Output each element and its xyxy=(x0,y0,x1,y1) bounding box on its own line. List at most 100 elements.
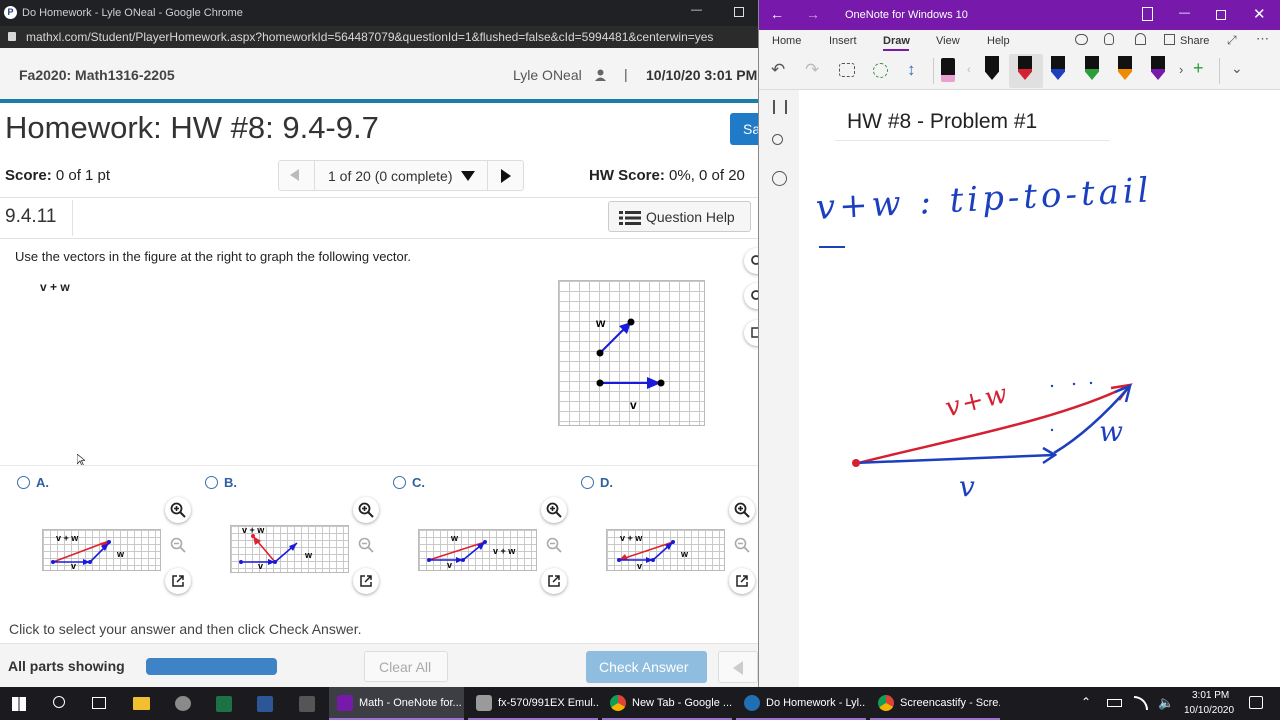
score-label: Score: xyxy=(5,167,52,184)
insert-space-icon[interactable]: ↕ xyxy=(907,60,916,80)
ink-canvas[interactable]: v+w : tip-to-tail v+w w v xyxy=(799,150,1280,687)
chevron-down-icon[interactable]: ⌄ xyxy=(1231,60,1243,77)
pen-blue-icon[interactable] xyxy=(1051,56,1065,80)
taskbar-time[interactable]: 3:01 PM xyxy=(1192,690,1229,701)
pen-orange-icon[interactable] xyxy=(1118,56,1132,80)
forward-arrow-icon[interactable]: → xyxy=(806,6,820,22)
minimize-icon[interactable]: — xyxy=(1179,7,1190,19)
scroll-right-icon[interactable]: › xyxy=(1179,62,1183,77)
sync-icon[interactable] xyxy=(1075,34,1088,45)
volume-icon[interactable]: 🔈 xyxy=(1158,695,1174,711)
question-help-button[interactable]: Question Help xyxy=(608,201,751,232)
lasso-icon[interactable] xyxy=(873,63,888,78)
vector-v-tail xyxy=(596,379,604,387)
prev-question-icon[interactable] xyxy=(290,169,299,181)
figure-zoom-in-button[interactable] xyxy=(744,248,758,274)
add-pen-icon[interactable]: + xyxy=(1193,58,1204,79)
excel-icon[interactable] xyxy=(216,696,232,712)
clear-all-button[interactable]: Clear All xyxy=(364,651,448,682)
word-icon[interactable] xyxy=(257,696,273,712)
all-parts-label: All parts showing xyxy=(8,658,125,674)
tab-insert[interactable]: Insert xyxy=(829,35,857,47)
pen-purple-icon[interactable] xyxy=(1151,56,1165,80)
lightbulb-icon[interactable] xyxy=(1104,33,1114,45)
taskbar-app-new-tab[interactable]: New Tab - Google ... xyxy=(602,687,732,720)
lasso-select-icon[interactable] xyxy=(839,63,855,77)
option-d-zoom-in-button[interactable] xyxy=(729,497,755,523)
search-icon[interactable] xyxy=(772,134,783,145)
save-button[interactable]: Sa xyxy=(730,113,758,145)
next-question-icon[interactable] xyxy=(501,169,511,183)
option-d-popout-button[interactable] xyxy=(729,568,755,594)
answer-option-d[interactable]: D. v + w w v xyxy=(564,470,758,600)
taskbar-date[interactable]: 10/10/2020 xyxy=(1184,705,1234,716)
network-icon[interactable] xyxy=(1134,696,1148,710)
check-answer-button[interactable]: Check Answer xyxy=(586,651,707,683)
footer-prev-button[interactable] xyxy=(718,651,758,683)
calculator-app-icon[interactable] xyxy=(299,696,315,712)
expand-icon[interactable]: ⤢ xyxy=(1227,33,1237,48)
recent-icon[interactable] xyxy=(772,171,787,186)
radio-option-b[interactable] xyxy=(205,476,218,489)
battery-icon[interactable] xyxy=(1107,699,1122,707)
file-explorer-icon[interactable] xyxy=(133,697,150,710)
windows-start-icon[interactable] xyxy=(12,697,26,711)
chrome-icon xyxy=(878,694,894,711)
snipping-tool-icon[interactable] xyxy=(175,696,191,711)
page-title[interactable]: HW #8 - Problem #1 xyxy=(847,110,1037,134)
radio-option-d[interactable] xyxy=(581,476,594,489)
notebooks-icon[interactable] xyxy=(773,100,787,114)
bell-icon[interactable] xyxy=(1135,33,1146,45)
figure-zoom-out-button[interactable] xyxy=(744,283,758,309)
answer-option-b[interactable]: B. v + w w v xyxy=(188,470,379,600)
figure-popout-button[interactable] xyxy=(744,320,758,346)
zoom-out-icon xyxy=(358,537,374,553)
taskbar-app-label: Do Homework - Lyl... xyxy=(766,696,866,709)
option-d-zoom-out-button[interactable] xyxy=(729,532,755,558)
answer-option-c[interactable]: C. w v + w v xyxy=(376,470,567,600)
tab-draw[interactable]: Draw xyxy=(883,35,910,47)
notifications-icon[interactable] xyxy=(1249,696,1263,709)
lock-icon xyxy=(8,32,16,41)
ribbon-divider xyxy=(1219,58,1220,84)
url-text[interactable]: mathxl.com/Student/PlayerHomework.aspx?h… xyxy=(26,30,713,44)
taskbar-app-screencastify[interactable]: Screencastify - Scre... xyxy=(870,687,1000,720)
share-button[interactable]: Share xyxy=(1180,35,1209,47)
back-arrow-icon[interactable]: ← xyxy=(770,6,784,22)
tab-view[interactable]: View xyxy=(936,35,960,47)
eraser-icon[interactable] xyxy=(941,58,955,82)
radio-option-a[interactable] xyxy=(17,476,30,489)
redo-icon[interactable]: ↷ xyxy=(805,60,819,80)
option-d-v-label: v xyxy=(637,561,643,571)
vector-v-head xyxy=(657,379,665,387)
radio-option-c[interactable] xyxy=(393,476,406,489)
check-answer-label: Check Answer xyxy=(599,659,689,675)
tray-chevron-icon[interactable]: ⌃ xyxy=(1081,695,1091,709)
pen-black-icon[interactable] xyxy=(985,56,999,80)
taskbar-app-do-homework[interactable]: Do Homework - Lyl... xyxy=(736,687,866,720)
answer-option-a[interactable]: A. v + w w v xyxy=(0,470,191,600)
maximize-icon[interactable] xyxy=(734,7,744,17)
option-c-graph: w v + w v xyxy=(418,529,537,571)
scroll-left-icon[interactable]: ‹ xyxy=(967,64,971,76)
close-icon[interactable]: ✕ xyxy=(1253,5,1266,23)
option-b-graph: v + w w v xyxy=(230,525,349,573)
address-bar[interactable]: mathxl.com/Student/PlayerHomework.aspx?h… xyxy=(0,26,758,48)
pen-mode-icon[interactable] xyxy=(1142,7,1153,21)
taskbar-app-onenote[interactable]: Math - OneNote for... xyxy=(329,687,464,720)
more-icon[interactable]: ⋯ xyxy=(1256,31,1269,47)
chrome-title-bar: P Do Homework - Lyle ONeal - Google Chro… xyxy=(0,0,758,26)
minimize-icon[interactable]: — xyxy=(691,4,702,16)
pen-green-icon[interactable] xyxy=(1085,56,1099,80)
question-progress[interactable]: 1 of 20 (0 complete) xyxy=(328,168,453,184)
search-icon[interactable] xyxy=(53,696,65,708)
tab-home[interactable]: Home xyxy=(772,35,801,47)
taskbar-app-calculator[interactable]: fx-570/991EX Emul... xyxy=(468,687,598,720)
hw-score-label: HW Score: xyxy=(589,167,665,184)
tab-help[interactable]: Help xyxy=(987,35,1010,47)
undo-icon[interactable]: ↶ xyxy=(771,60,785,80)
maximize-icon[interactable] xyxy=(1216,10,1226,20)
task-view-icon[interactable] xyxy=(92,697,106,709)
progress-dropdown-icon[interactable] xyxy=(461,171,475,181)
share-icon[interactable] xyxy=(1164,34,1175,45)
